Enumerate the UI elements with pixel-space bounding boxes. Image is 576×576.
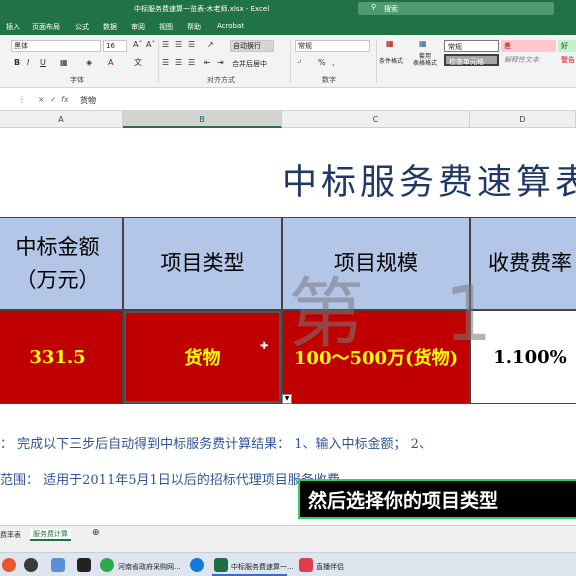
sheet-tab-fee-calc[interactable]: 服务费计算 bbox=[30, 529, 71, 541]
column-header-d[interactable]: D bbox=[470, 111, 576, 128]
ribbon-tabs: 插入 页面布局 公式 数据 审阅 视图 帮助 Acrobat bbox=[0, 17, 576, 35]
fill-color-icon[interactable]: ◈ bbox=[86, 58, 92, 68]
style-check-cell[interactable]: 检查单元格 bbox=[444, 54, 499, 66]
windows-taskbar: 河南省政府采购网... 中标服务费速算一... 直播伴侣 bbox=[0, 552, 576, 576]
browser-icon[interactable] bbox=[2, 558, 16, 572]
align-center-icon[interactable]: ☰ bbox=[175, 58, 182, 68]
column-header-b[interactable]: B bbox=[123, 111, 282, 128]
increase-font-icon[interactable]: Aˆ bbox=[133, 40, 142, 50]
capcut-icon[interactable] bbox=[77, 558, 91, 572]
confirm-icon[interactable]: ✓ bbox=[50, 95, 57, 104]
cancel-icon[interactable]: × bbox=[38, 95, 45, 104]
phonetic-icon[interactable]: 文 bbox=[134, 58, 142, 68]
tab-help[interactable]: 帮助 bbox=[187, 22, 201, 32]
formula-bar: ⋮ × ✓ fx 货物 bbox=[0, 88, 576, 111]
app-circle-icon[interactable] bbox=[24, 558, 38, 572]
cell-project-type[interactable]: 货物 bbox=[123, 310, 282, 404]
format-as-table-button[interactable]: 套用 表格格式 bbox=[410, 53, 440, 67]
font-group-label: 字体 bbox=[70, 76, 84, 84]
conditional-format-icon: ▦ bbox=[386, 39, 394, 48]
edge-icon[interactable] bbox=[190, 558, 204, 572]
status-bar bbox=[0, 543, 576, 552]
font-size-select[interactable]: 16 bbox=[103, 40, 127, 52]
instruction-note: ： 完成以下三步后自动得到中标服务费计算结果： 1、输入中标金额； 2、 bbox=[0, 437, 432, 452]
percent-icon[interactable]: % bbox=[318, 58, 326, 68]
search-label: 搜索 bbox=[384, 5, 398, 13]
font-name-select[interactable]: 黑体 bbox=[11, 40, 101, 52]
header-type[interactable]: 项目类型 bbox=[123, 217, 282, 310]
cursor-crosshair-icon: ✚ bbox=[260, 341, 269, 352]
tab-data[interactable]: 数据 bbox=[103, 22, 117, 32]
video-subtitle: 然后选择你的项目类型 bbox=[298, 479, 576, 519]
sheet-tab-rates[interactable]: 费率表 bbox=[0, 530, 21, 540]
separator bbox=[376, 39, 377, 83]
tab-view[interactable]: 视图 bbox=[159, 22, 173, 32]
settings-icon[interactable] bbox=[51, 558, 65, 572]
document-title: 中标服务费速算一览表-木老师.xlsx - Excel bbox=[134, 5, 270, 13]
align-right-icon[interactable]: ☰ bbox=[188, 58, 195, 68]
tab-insert[interactable]: 插入 bbox=[6, 22, 20, 32]
font-color-icon[interactable]: A bbox=[108, 58, 113, 68]
tab-formulas[interactable]: 公式 bbox=[75, 22, 89, 32]
ribbon: 黑体 16 Aˆ Aˇ B I U ▦ ◈ A 文 字体 ☰ ☰ ☰ ↗ 自动换… bbox=[0, 35, 576, 88]
separator bbox=[290, 39, 291, 83]
excel-icon[interactable] bbox=[214, 558, 228, 572]
currency-icon[interactable]: ⌏ bbox=[297, 58, 303, 68]
tab-review[interactable]: 审阅 bbox=[131, 22, 145, 32]
separator bbox=[158, 39, 159, 83]
column-header-a[interactable]: A bbox=[0, 111, 123, 128]
alignment-group-label: 对齐方式 bbox=[207, 76, 235, 84]
border-icon[interactable]: ▦ bbox=[60, 58, 68, 68]
scope-note: 范围： 适用于2011年5月1日以后的招标代理项目服务收费 bbox=[0, 473, 340, 488]
taskbar-item-procurement[interactable]: 河南省政府采购网... bbox=[118, 562, 181, 572]
search-box[interactable]: ⚲ 搜索 bbox=[358, 2, 554, 15]
header-amount[interactable]: 中标金额 （万元） bbox=[0, 217, 123, 310]
decrease-indent-icon[interactable]: ⇤ bbox=[204, 58, 211, 68]
style-bad[interactable]: 差 bbox=[501, 40, 556, 52]
table-format-icon: ▦ bbox=[419, 39, 427, 48]
italic-button[interactable]: I bbox=[27, 58, 29, 68]
wrap-text-button[interactable]: 自动换行 bbox=[230, 40, 274, 52]
increase-indent-icon[interactable]: ⇥ bbox=[217, 58, 224, 68]
column-header-c[interactable]: C bbox=[282, 111, 470, 128]
underline-button[interactable]: U bbox=[40, 58, 46, 68]
header-type-label: 项目类型 bbox=[160, 251, 245, 275]
align-middle-icon[interactable]: ☰ bbox=[175, 40, 182, 50]
style-good[interactable]: 好 bbox=[558, 40, 576, 52]
style-normal[interactable]: 常规 bbox=[444, 40, 499, 52]
tab-acrobat[interactable]: Acrobat bbox=[217, 22, 244, 30]
style-explanatory[interactable]: 解释性文本 bbox=[501, 54, 556, 66]
dropdown-arrow-button[interactable]: ▼ bbox=[282, 394, 292, 404]
name-box-dropdown-icon[interactable]: ⋮ bbox=[18, 95, 26, 104]
search-icon: ⚲ bbox=[371, 3, 377, 11]
live-companion-icon[interactable] bbox=[299, 558, 313, 572]
orientation-icon[interactable]: ↗ bbox=[207, 40, 214, 50]
excel-window: { "titlebar": { "document_title": "中标服务费… bbox=[0, 0, 576, 576]
comma-icon[interactable]: , bbox=[332, 58, 335, 68]
header-amount-line2: （万元） bbox=[15, 267, 100, 292]
header-amount-line1: 中标金额 bbox=[15, 234, 100, 259]
title-bar: 中标服务费速算一览表-木老师.xlsx - Excel ⚲ 搜索 bbox=[0, 0, 576, 17]
ie-browser-icon[interactable] bbox=[100, 558, 114, 572]
sheet-title: 中标服务费速算表 bbox=[282, 163, 576, 203]
formula-input[interactable]: 货物 bbox=[80, 95, 96, 106]
tab-page-layout[interactable]: 页面布局 bbox=[32, 22, 60, 32]
page-watermark: 第 1 页 bbox=[288, 269, 576, 358]
number-group-label: 数字 bbox=[322, 76, 336, 84]
cell-amount[interactable]: 331.5 bbox=[0, 310, 123, 404]
align-bottom-icon[interactable]: ☰ bbox=[188, 40, 195, 50]
merge-center-button[interactable]: 合并后居中 bbox=[232, 59, 267, 69]
add-sheet-icon[interactable]: ⊕ bbox=[92, 528, 100, 538]
bold-button[interactable]: B bbox=[14, 58, 20, 68]
taskbar-item-live[interactable]: 直播伴侣 bbox=[316, 562, 344, 572]
sheet-tabs-bar: 费率表 服务费计算 ⊕ bbox=[0, 525, 576, 543]
number-format-select[interactable]: 常规 bbox=[295, 40, 370, 52]
align-left-icon[interactable]: ☰ bbox=[162, 58, 169, 68]
align-top-icon[interactable]: ☰ bbox=[162, 40, 169, 50]
decrease-font-icon[interactable]: Aˇ bbox=[146, 40, 155, 50]
conditional-format-button[interactable]: 条件格式 bbox=[379, 56, 403, 65]
fx-icon[interactable]: fx bbox=[61, 95, 69, 104]
style-warning[interactable]: 警告 bbox=[558, 54, 576, 66]
taskbar-item-excel[interactable]: 中标服务费速算一... bbox=[231, 562, 294, 572]
